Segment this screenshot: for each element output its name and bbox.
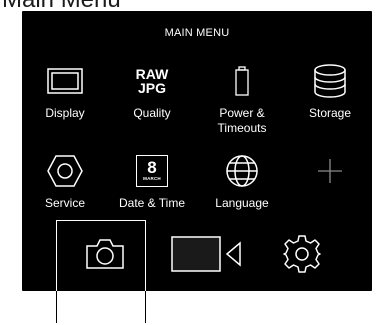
main-menu-screen: MAIN MENU Display RAW JPG Quality Power … [22,11,372,291]
calendar-day: 8 [147,158,157,177]
display-icon [25,61,105,101]
menu-item-power-timeouts[interactable]: Power & Timeouts [202,61,282,135]
menu-item-label: Quality [133,106,171,120]
menu-item-service[interactable]: Service [25,151,105,221]
calendar-month: MARCH [143,176,161,181]
menu-item-storage[interactable]: Storage [290,61,370,131]
gear-icon [282,234,322,279]
menu-item-label: Power & Timeouts [217,106,267,135]
video-camera-icon [170,235,244,278]
menu-item-label: Language [215,196,269,210]
jpg-label: JPG [137,80,166,96]
database-icon [290,61,370,101]
menu-item-display[interactable]: Display [25,61,105,131]
battery-icon [202,61,282,101]
menu-title: MAIN MENU [164,27,230,39]
raw-jpg-icon: RAW JPG [112,61,192,101]
video-mode-button[interactable] [162,221,252,291]
menu-item-label: Date & Time [118,196,186,210]
menu-item-label: Storage [308,106,352,120]
hexagon-nut-icon [25,151,105,191]
calendar-icon: 8 MARCH [112,151,192,191]
globe-icon [202,151,282,191]
plus-icon [290,151,370,191]
menu-item-label: Service [44,196,85,210]
menu-item-language[interactable]: Language [202,151,282,221]
menu-item-label: Display [45,106,85,120]
camera-icon [85,238,125,275]
menu-item-add[interactable] [290,151,370,221]
raw-label: RAW [135,66,169,82]
selection-highlight-tail [56,291,146,323]
settings-mode-button[interactable] [262,221,342,291]
camera-mode-button[interactable] [62,221,148,291]
mode-bar [22,221,372,291]
menu-item-date-time[interactable]: 8 MARCH Date & Time [112,151,192,221]
menu-item-quality[interactable]: RAW JPG Quality [112,61,192,131]
